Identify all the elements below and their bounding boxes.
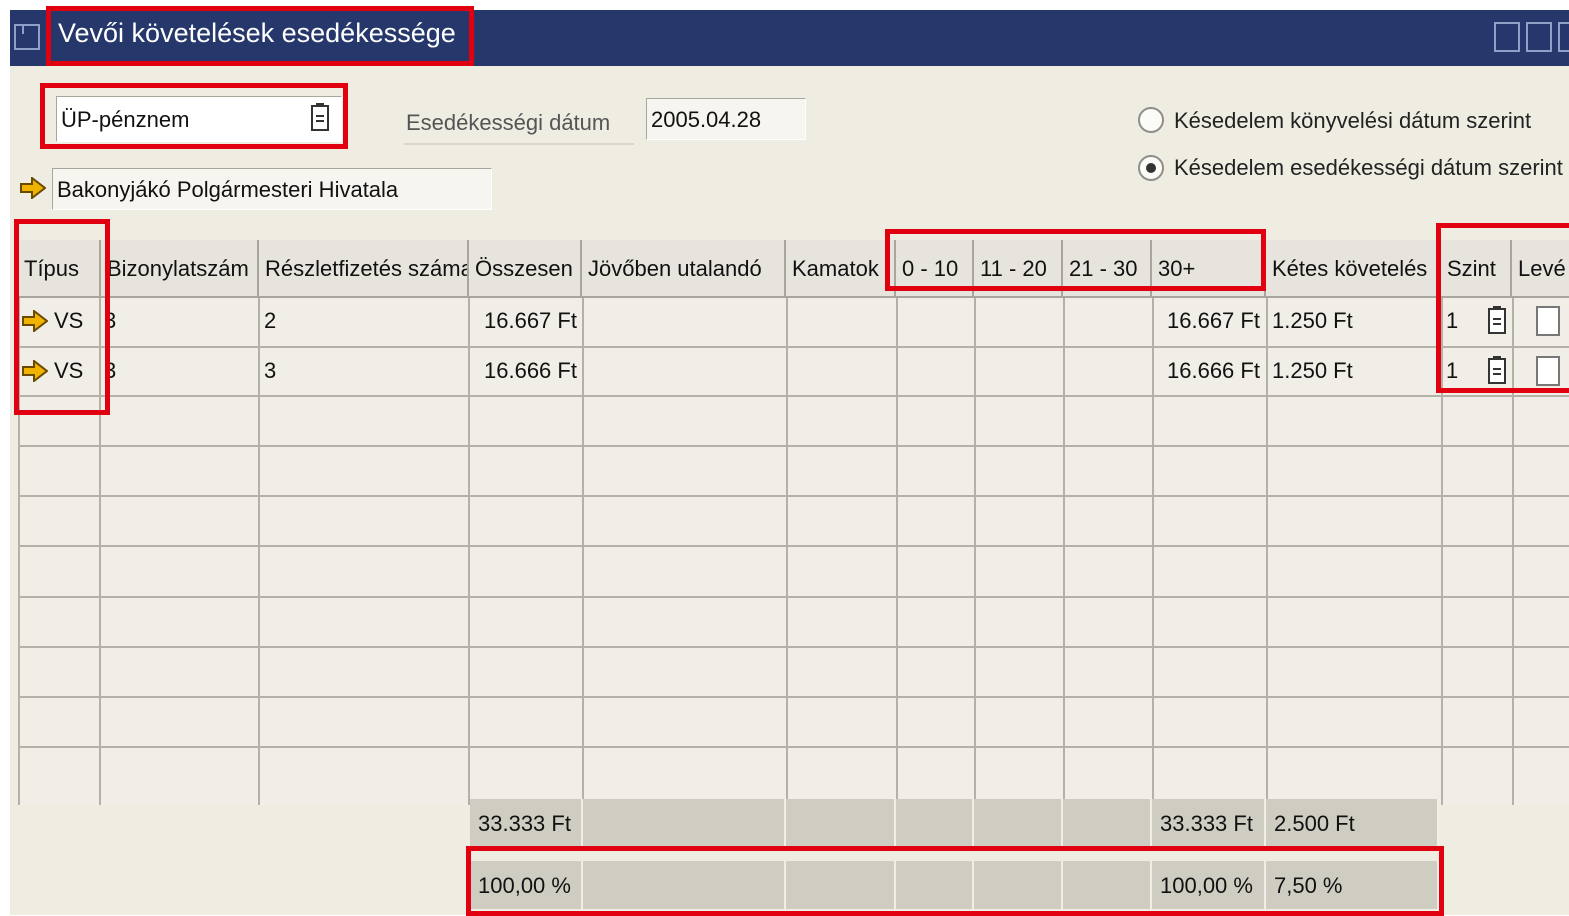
cell-doubtful: 1.250 Ft xyxy=(1272,308,1353,333)
cell-level: 1 xyxy=(1446,358,1459,383)
cell-doc-no: 3 xyxy=(104,358,117,383)
percent-0-10 xyxy=(896,861,974,911)
total-21-30 xyxy=(1063,799,1152,849)
total-11-20 xyxy=(974,799,1063,849)
maximize-button[interactable] xyxy=(1526,22,1552,52)
cell-doubtful: 1.250 Ft xyxy=(1272,358,1353,383)
col-header-jovoben[interactable]: Jövőben utalandó xyxy=(582,240,786,298)
col-header-21-30[interactable]: 21 - 30 xyxy=(1063,240,1152,298)
currency-select[interactable]: ÜP-pénznem xyxy=(56,96,342,142)
cell-installment: 3 xyxy=(264,358,277,383)
cell-installment: 2 xyxy=(264,308,277,333)
link-arrow-icon[interactable] xyxy=(22,310,48,332)
letter-checkbox[interactable] xyxy=(1536,356,1560,386)
minimize-button[interactable] xyxy=(1494,22,1520,52)
due-date-label-underline xyxy=(404,143,634,145)
percent-kamatok xyxy=(786,861,896,911)
cell-total: 16.667 Ft xyxy=(484,308,577,333)
radio-due-date-label: Késedelem esedékességi dátum szerint xyxy=(1174,155,1563,180)
due-date-label: Esedékességi dátum xyxy=(406,110,611,135)
dropdown-icon[interactable] xyxy=(1488,306,1506,334)
window-title: Vevői követelések esedékessége xyxy=(58,18,456,48)
window-icon[interactable] xyxy=(14,24,40,50)
dropdown-icon[interactable] xyxy=(1488,356,1506,384)
app-window: Vevői követelések esedékessége ÜP-pénzne… xyxy=(10,10,1569,915)
col-header-0-10[interactable]: 0 - 10 xyxy=(896,240,974,298)
radio-posting-date[interactable] xyxy=(1138,107,1164,133)
cell-type: VS xyxy=(54,308,84,333)
title-bar: Vevői követelések esedékessége xyxy=(10,10,1569,66)
cell-level: 1 xyxy=(1446,308,1459,333)
grid-line xyxy=(18,746,1569,748)
grid-line xyxy=(18,495,1569,497)
total-kamatok xyxy=(786,799,896,849)
percent-doubtful: 7,50 % xyxy=(1266,861,1439,911)
col-header-osszesen[interactable]: Összesen xyxy=(469,240,582,298)
percent-osszesen: 100,00 % xyxy=(470,861,583,911)
dropdown-icon[interactable] xyxy=(311,103,329,131)
total-osszesen: 33.333 Ft xyxy=(470,799,583,849)
col-header-szint[interactable]: Szint xyxy=(1441,240,1512,298)
customer-name: Bakonyjákó Polgármesteri Hivatala xyxy=(57,177,399,202)
col-header-ketes[interactable]: Kétes követelés xyxy=(1266,240,1441,298)
grid-line xyxy=(18,646,1569,648)
cell-30plus: 16.666 Ft xyxy=(1167,358,1260,383)
col-header-reszletfizetes[interactable]: Részletfizetés száma xyxy=(259,240,469,298)
col-header-30plus[interactable]: 30+ xyxy=(1152,240,1266,298)
radio-due-date[interactable] xyxy=(1138,155,1164,181)
total-30plus: 33.333 Ft xyxy=(1152,799,1266,849)
percent-11-20 xyxy=(974,861,1063,911)
cell-30plus: 16.667 Ft xyxy=(1167,308,1260,333)
total-0-10 xyxy=(896,799,974,849)
cell-doc-no: 3 xyxy=(104,308,117,333)
total-jovoben xyxy=(583,799,786,849)
radio-posting-date-label: Késedelem könyvelési dátum szerint xyxy=(1174,108,1532,133)
col-header-level[interactable]: Levé xyxy=(1512,240,1569,298)
due-date-value: 2005.04.28 xyxy=(651,107,762,132)
grid-line xyxy=(18,545,1569,547)
total-doubtful: 2.500 Ft xyxy=(1266,799,1439,849)
due-date-field[interactable]: 2005.04.28 xyxy=(646,98,806,140)
percent-jovoben xyxy=(583,861,786,911)
percent-21-30 xyxy=(1063,861,1152,911)
letter-checkbox[interactable] xyxy=(1536,306,1560,336)
grid-line xyxy=(18,596,1569,598)
cell-type: VS xyxy=(54,358,84,383)
currency-select-value: ÜP-pénznem xyxy=(61,107,190,132)
percent-30plus: 100,00 % xyxy=(1152,861,1266,911)
link-arrow-icon[interactable] xyxy=(20,177,46,199)
link-arrow-icon[interactable] xyxy=(22,360,48,382)
close-button[interactable] xyxy=(1558,22,1569,52)
grid-line xyxy=(18,445,1569,447)
col-header-11-20[interactable]: 11 - 20 xyxy=(974,240,1063,298)
grid-line xyxy=(18,696,1569,698)
col-header-tipus[interactable]: Típus xyxy=(18,240,101,298)
col-header-kamatok[interactable]: Kamatok xyxy=(786,240,896,298)
col-header-bizonylatszam[interactable]: Bizonylatszám xyxy=(101,240,259,298)
cell-total: 16.666 Ft xyxy=(484,358,577,383)
customer-name-field: Bakonyjákó Polgármesteri Hivatala xyxy=(52,168,492,210)
